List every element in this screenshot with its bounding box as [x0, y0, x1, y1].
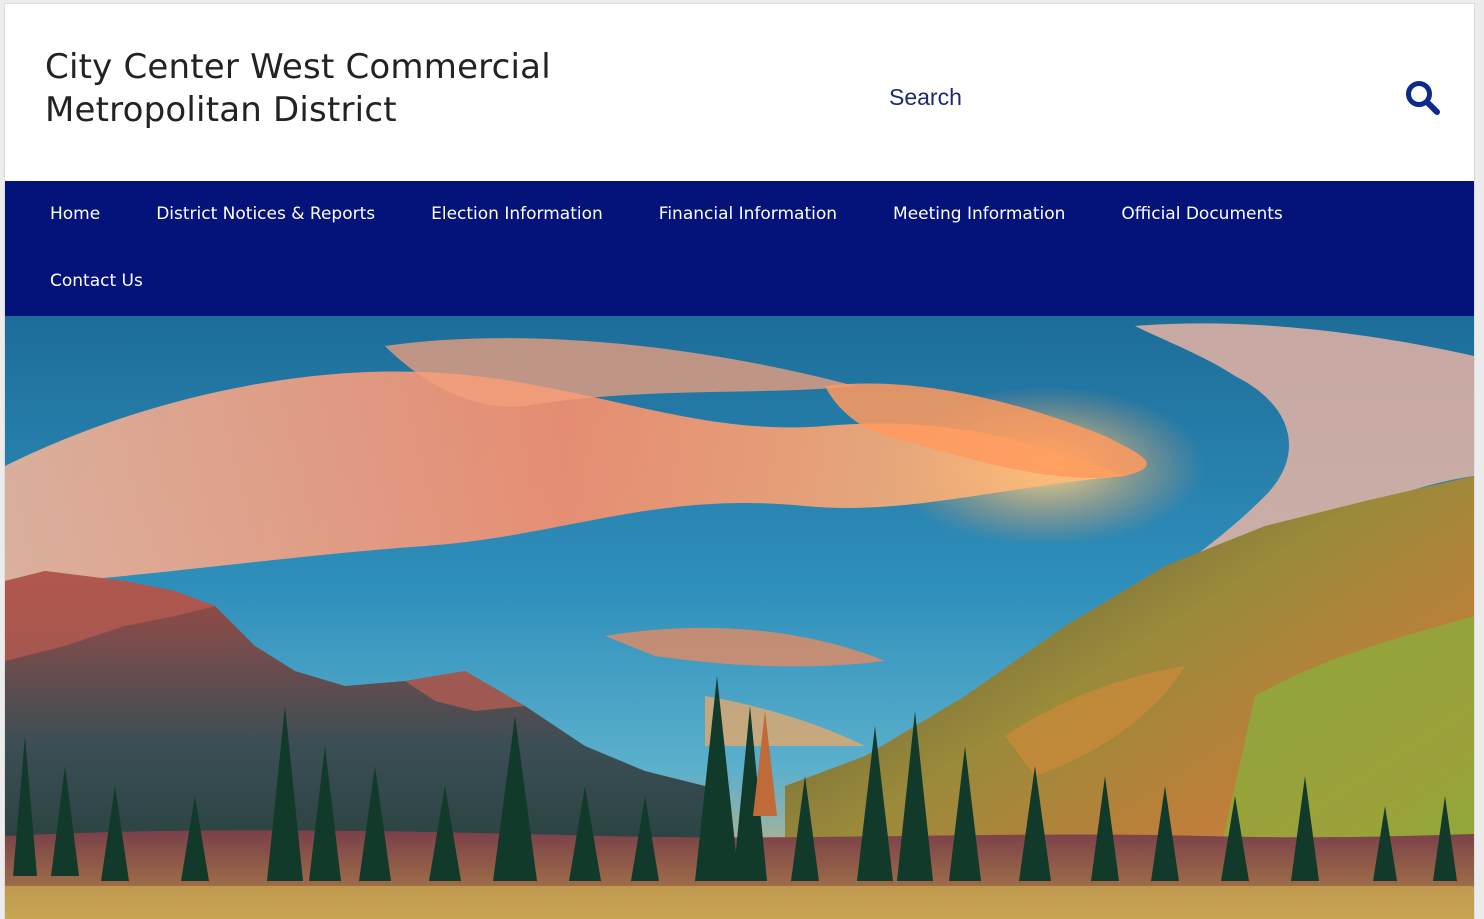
nav-item-contact-us[interactable]: Contact Us [32, 248, 161, 315]
hero-mountain-landscape-image [5, 316, 1474, 919]
site-header: City Center West Commercial Metropolitan… [5, 4, 1474, 181]
search-button[interactable] [1403, 78, 1443, 118]
site-title[interactable]: City Center West Commercial Metropolitan… [45, 46, 605, 132]
search-input[interactable] [885, 79, 1373, 115]
search-icon [1406, 81, 1440, 115]
main-navigation: Home District Notices & Reports Election… [5, 181, 1474, 316]
nav-item-meeting-information[interactable]: Meeting Information [875, 181, 1083, 248]
hero-banner [5, 316, 1474, 919]
nav-item-home[interactable]: Home [32, 181, 118, 248]
nav-item-financial-information[interactable]: Financial Information [641, 181, 855, 248]
page-frame: City Center West Commercial Metropolitan… [5, 4, 1474, 919]
nav-item-election-information[interactable]: Election Information [413, 181, 621, 248]
nav-menu: Home District Notices & Reports Election… [5, 181, 1362, 315]
nav-item-district-notices-reports[interactable]: District Notices & Reports [138, 181, 393, 248]
nav-item-official-documents[interactable]: Official Documents [1103, 181, 1300, 248]
